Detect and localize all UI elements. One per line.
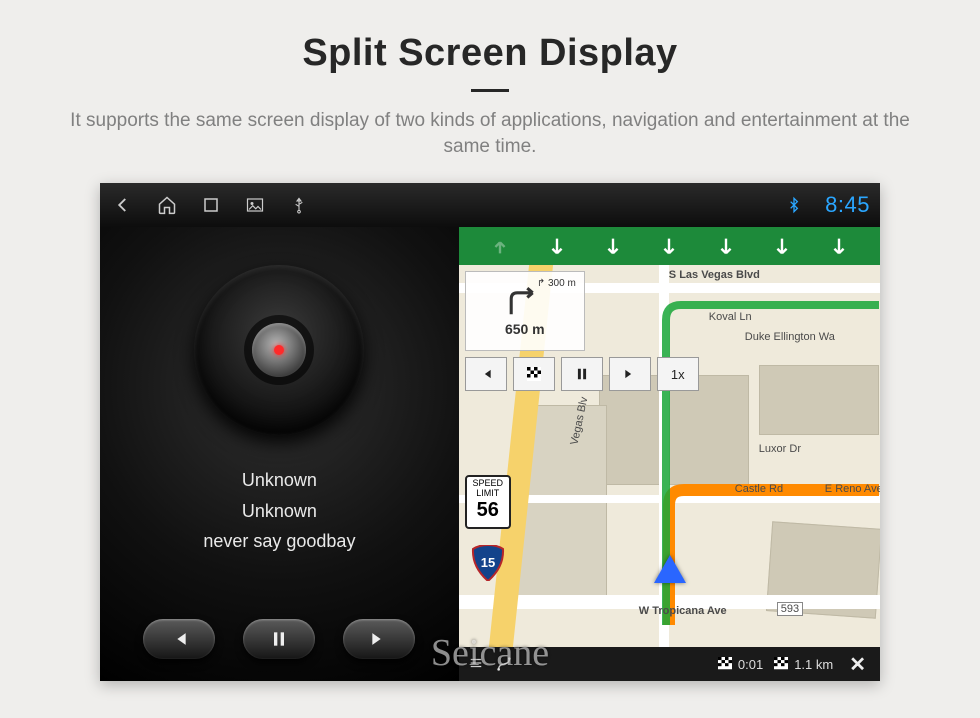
device-screenshot: 8:45 Unknown Unknown never say goodbay [100, 183, 880, 681]
navigation-pane: S Las Vegas Blvd Koval Ln Duke Ellington… [459, 227, 880, 681]
lane-arrow-icon [711, 231, 741, 261]
page-title: Split Screen Display [0, 32, 980, 75]
music-player-pane: Unknown Unknown never say goodbay [100, 227, 459, 681]
picture-icon[interactable] [242, 192, 268, 218]
lane-arrow-icon [654, 231, 684, 261]
play-pause-button[interactable] [243, 619, 315, 659]
lane-guidance-bar [459, 227, 880, 265]
street-label: Duke Ellington Wa [745, 331, 835, 343]
usb-icon[interactable] [286, 192, 312, 218]
turn-main-distance: 650 m [505, 321, 545, 337]
map-canvas[interactable]: S Las Vegas Blvd Koval Ln Duke Ellington… [459, 265, 880, 647]
turn-sub-distance: 300 m [548, 278, 576, 289]
speed-limit-label: SPEED LIMIT [467, 479, 509, 499]
svg-text:15: 15 [481, 555, 495, 570]
record-dot-icon [274, 345, 284, 355]
home-icon[interactable] [154, 192, 180, 218]
clock: 8:45 [825, 192, 870, 218]
street-label: Luxor Dr [759, 443, 801, 455]
bluetooth-icon [781, 192, 807, 218]
menu-icon[interactable] [467, 656, 485, 673]
sim-prev-button[interactable] [465, 357, 507, 391]
album-label: Unknown [100, 496, 459, 527]
speed-limit-sign: SPEED LIMIT 56 [465, 475, 511, 529]
lane-arrow-icon [598, 231, 628, 261]
back-icon[interactable] [110, 192, 136, 218]
waypoint-flag-icon [717, 657, 733, 671]
lane-arrow-icon [485, 231, 515, 261]
track-label: never say goodbay [100, 526, 459, 557]
vehicle-cursor-icon [654, 555, 686, 583]
route-options-icon[interactable] [495, 656, 513, 672]
sim-controls: 1x [465, 357, 699, 391]
recent-apps-icon[interactable] [198, 192, 224, 218]
page-subtitle: It supports the same screen display of t… [45, 108, 935, 159]
remaining-distance: 1.1 km [794, 657, 833, 672]
turn-sub-arrow-icon: ↱ [537, 278, 545, 289]
street-label: E Reno Ave [825, 483, 880, 495]
close-nav-button[interactable]: ✕ [843, 652, 872, 677]
nav-bottom-bar: 0:01 1.1 km ✕ [459, 647, 880, 681]
street-label: Koval Ln [709, 311, 752, 323]
title-underline [471, 89, 509, 92]
exit-shield: 593 [777, 602, 803, 616]
interstate-shield-icon: 15 [471, 545, 505, 581]
lane-arrow-icon [542, 231, 572, 261]
album-dial[interactable] [194, 265, 364, 435]
turn-panel: ↱ 300 m 650 m [465, 271, 585, 351]
street-label: S Las Vegas Blvd [669, 269, 760, 281]
sim-speed-button[interactable]: 1x [657, 357, 699, 391]
status-bar: 8:45 [100, 183, 880, 227]
artist-label: Unknown [100, 465, 459, 496]
prev-track-button[interactable] [143, 619, 215, 659]
sim-next-button[interactable] [609, 357, 651, 391]
turn-arrow-icon [502, 285, 548, 319]
street-label: Castle Rd [735, 483, 783, 495]
sim-pause-button[interactable] [561, 357, 603, 391]
eta-time: 0:01 [738, 657, 763, 672]
lane-arrow-icon [767, 231, 797, 261]
sim-flag-button[interactable] [513, 357, 555, 391]
lane-arrow-icon [824, 231, 854, 261]
street-label: W Tropicana Ave [639, 605, 727, 617]
next-track-button[interactable] [343, 619, 415, 659]
speed-limit-value: 56 [467, 499, 509, 521]
destination-flag-icon [773, 657, 789, 671]
